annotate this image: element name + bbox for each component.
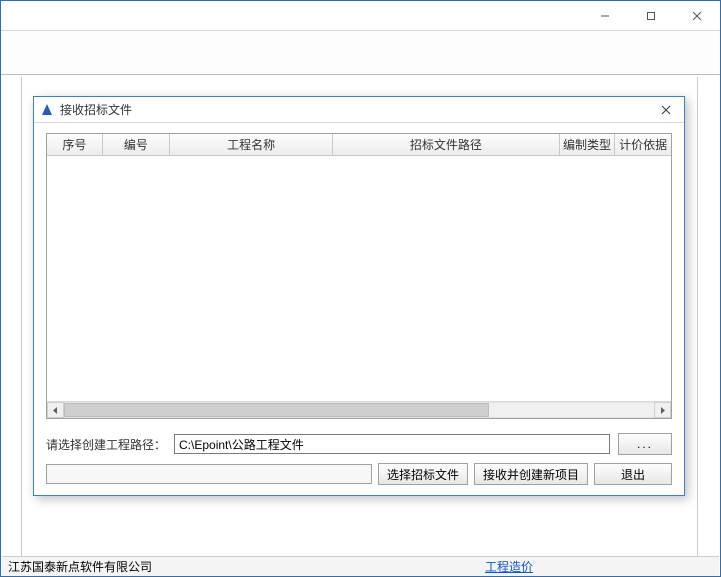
scroll-right-button[interactable] [654,402,671,418]
col-basis[interactable]: 计价依据 [615,134,671,156]
create-path-row: 请选择创建工程路径： ... [46,433,672,455]
parent-ribbon [1,31,720,75]
col-code[interactable]: 编号 [103,134,171,156]
grid-header: 序号 编号 工程名称 招标文件路径 编制类型 计价依据 [47,134,671,156]
grid-rows [47,156,671,401]
progress-bar [46,464,372,484]
status-link-pricing[interactable]: 工程造价 [485,558,533,575]
select-tender-button[interactable]: 选择招标文件 [378,463,468,485]
maximize-icon [646,11,656,21]
close-icon [692,11,702,21]
parent-close-button[interactable] [674,1,720,30]
dialog-titlebar: 接收招标文件 [34,97,684,123]
scroll-left-button[interactable] [47,402,64,418]
minimize-icon [600,11,610,21]
accept-create-button[interactable]: 接收并创建新项目 [474,463,588,485]
create-path-input[interactable] [174,434,610,454]
parent-maximize-button[interactable] [628,1,674,30]
tender-grid: 序号 编号 工程名称 招标文件路径 编制类型 计价依据 [46,133,672,419]
col-seq[interactable]: 序号 [47,134,103,156]
parent-minimize-button[interactable] [582,1,628,30]
button-row: 选择招标文件 接收并创建新项目 退出 [46,463,672,485]
grid-hscrollbar[interactable] [47,401,671,418]
scroll-thumb[interactable] [64,403,489,417]
col-name[interactable]: 工程名称 [170,134,333,156]
left-rail [2,77,22,556]
scroll-track[interactable] [64,402,654,418]
parent-titlebar [1,1,720,31]
receive-tender-dialog: 接收招标文件 序号 编号 工程名称 招标文件路径 编制类型 计价依据 [33,96,685,496]
dialog-app-icon [40,103,54,117]
status-company: 江苏国泰新点软件有限公司 [8,558,152,575]
dialog-close-button[interactable] [652,100,680,120]
chevron-right-icon [659,407,666,414]
chevron-left-icon [52,407,59,414]
create-path-label: 请选择创建工程路径： [46,436,166,453]
close-icon [661,105,671,115]
exit-button[interactable]: 退出 [594,463,672,485]
dialog-body: 序号 编号 工程名称 招标文件路径 编制类型 计价依据 [34,123,684,495]
right-rail [697,77,719,556]
col-path[interactable]: 招标文件路径 [333,134,560,156]
dialog-title: 接收招标文件 [60,101,652,118]
parent-statusbar: 江苏国泰新点软件有限公司 工程造价 [2,556,719,576]
browse-button[interactable]: ... [618,433,672,455]
col-type[interactable]: 编制类型 [560,134,616,156]
